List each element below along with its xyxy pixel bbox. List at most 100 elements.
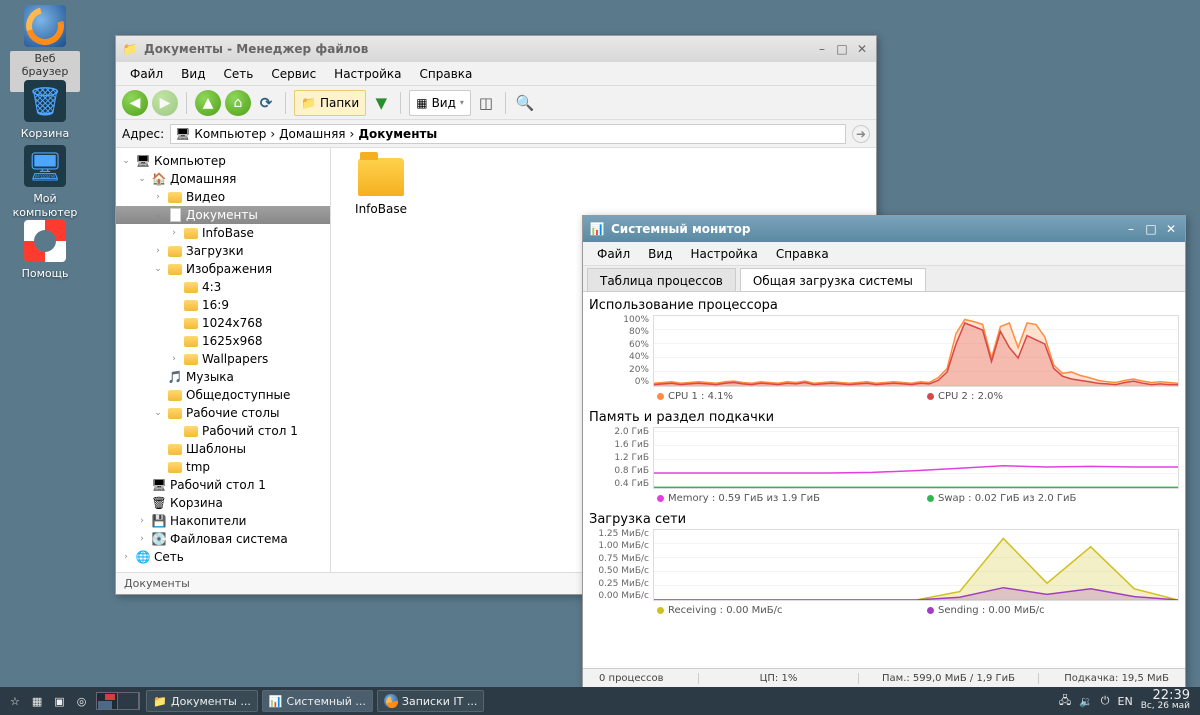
desktop-icon-help[interactable]: Помощь	[10, 220, 80, 280]
tree-row[interactable]: ·1625x968	[116, 332, 330, 350]
folders-label: Папки	[320, 96, 359, 110]
menu-file[interactable]: Файл	[122, 64, 171, 84]
chevron-right-icon[interactable]: ›	[152, 192, 164, 202]
workspace-pager[interactable]	[96, 692, 140, 710]
tree-row[interactable]: ›Загрузки	[116, 242, 330, 260]
tree-label: Рабочий стол 1	[170, 478, 266, 492]
clock[interactable]: 22:39 Вс, 26 май	[1141, 690, 1190, 712]
chevron-right-icon[interactable]: ›	[136, 516, 148, 526]
tab-processes[interactable]: Таблица процессов	[587, 268, 736, 291]
up-button[interactable]: ▲	[195, 90, 221, 116]
tree-label: Сеть	[154, 550, 184, 564]
chevron-down-icon[interactable]: ⌄	[152, 264, 164, 274]
search-button[interactable]: 🔍	[514, 92, 536, 114]
chevron-right-icon[interactable]: ›	[152, 246, 164, 256]
chevron-right-icon[interactable]: ›	[168, 228, 180, 238]
tree-row[interactable]: ·16:9	[116, 296, 330, 314]
crumb[interactable]: Компьютер	[194, 127, 266, 141]
terminal-launcher[interactable]: ▣	[48, 690, 70, 712]
reload-button[interactable]: ⟳	[255, 92, 277, 114]
tree-row[interactable]: ›💾Накопители	[116, 512, 330, 530]
tree-row[interactable]: ⌄Изображения	[116, 260, 330, 278]
chevron-down-icon[interactable]: ⌄	[152, 408, 164, 418]
task-label: Документы ...	[171, 695, 251, 708]
fwd-button[interactable]: ▶	[152, 90, 178, 116]
chevron-right-icon[interactable]: ›	[120, 552, 132, 562]
task-system-monitor[interactable]: 📊Системный ...	[262, 690, 373, 712]
tree-row[interactable]: ·Шаблоны	[116, 440, 330, 458]
desktop-icon-trash[interactable]: 🗑 Корзина	[10, 80, 80, 140]
filter-icon[interactable]: ▼	[370, 92, 392, 114]
menu-settings[interactable]: Настройка	[682, 244, 765, 264]
tree-row[interactable]: ›Видео	[116, 188, 330, 206]
chevron-down-icon[interactable]: ⌄	[120, 156, 132, 166]
menu-file[interactable]: Файл	[589, 244, 638, 264]
network-icon[interactable]: 🖧	[1059, 692, 1071, 711]
tree-row[interactable]: ·1024x768	[116, 314, 330, 332]
tree-row[interactable]: ·Рабочий стол 1	[116, 422, 330, 440]
task-firefox[interactable]: Записки IT ...	[377, 690, 484, 712]
keyboard-layout[interactable]: EN	[1118, 695, 1133, 708]
minimize-button[interactable]: –	[814, 42, 830, 56]
fm-titlebar[interactable]: 📁 Документы - Менеджер файлов – □ ✕	[116, 36, 876, 62]
crumb[interactable]: Домашняя	[279, 127, 345, 141]
tree-row[interactable]: ·Общедоступные	[116, 386, 330, 404]
tree-row[interactable]: ›💽Файловая система	[116, 530, 330, 548]
start-button[interactable]: ☆	[4, 690, 26, 712]
maximize-button[interactable]: □	[1143, 222, 1159, 236]
menu-help[interactable]: Справка	[412, 64, 481, 84]
tree-label: Компьютер	[154, 154, 226, 168]
net-yticks: 1.25 МиБ/с1.00 МиБ/с0.75 МиБ/с0.50 МиБ/с…	[589, 529, 653, 601]
view-mode[interactable]: ▦Вид▾	[409, 90, 471, 116]
clock-date: Вс, 26 май	[1141, 701, 1190, 712]
net-legend: Receiving : 0.00 МиБ/сSending : 0.00 МиБ…	[589, 603, 1179, 622]
tab-system-load[interactable]: Общая загрузка системы	[740, 268, 926, 291]
folders-toggle[interactable]: 📁Папки	[294, 90, 366, 116]
cpu-title: Использование процессора	[589, 298, 1179, 313]
folder-tree[interactable]: ⌄🖥Компьютер⌄🏠Домашняя›Видео⌄Документы›In…	[116, 148, 331, 572]
home-button[interactable]: ⌂	[225, 90, 251, 116]
menu-view[interactable]: Вид	[173, 64, 213, 84]
menu-tools[interactable]: Сервис	[263, 64, 324, 84]
go-button[interactable]: ➜	[852, 125, 870, 143]
power-icon[interactable]: ⏻	[1101, 694, 1110, 708]
desktop-icon-computer[interactable]: 🖥 Мой компьютер	[10, 145, 80, 219]
clock-time: 22:39	[1141, 690, 1190, 701]
minimize-button[interactable]: –	[1123, 222, 1139, 236]
volume-icon[interactable]: 🔉	[1079, 695, 1093, 708]
tree-row[interactable]: ›InfoBase	[116, 224, 330, 242]
chevron-down-icon[interactable]: ⌄	[136, 174, 148, 184]
sm-titlebar[interactable]: 📊 Системный монитор – □ ✕	[583, 216, 1185, 242]
desktop-icon-firefox[interactable]: Веб браузер Firefox	[10, 5, 80, 92]
files-launcher[interactable]: ◎	[71, 690, 93, 712]
file-item[interactable]: InfoBase	[341, 158, 421, 216]
tree-row[interactable]: ·🎵Музыка	[116, 368, 330, 386]
chevron-down-icon[interactable]: ⌄	[152, 210, 164, 220]
menu-view[interactable]: Вид	[640, 244, 680, 264]
tree-row[interactable]: ⌄🏠Домашняя	[116, 170, 330, 188]
tree-row[interactable]: ⌄🖥Компьютер	[116, 152, 330, 170]
tree-row[interactable]: ›🌐Сеть	[116, 548, 330, 566]
menu-help[interactable]: Справка	[768, 244, 837, 264]
monitor-icon: 📊	[269, 695, 283, 708]
show-desktop-button[interactable]: ▦	[26, 690, 48, 712]
split-view-button[interactable]: ◫	[475, 92, 497, 114]
tree-row[interactable]: ⌄Рабочие столы	[116, 404, 330, 422]
tree-row[interactable]: ·4:3	[116, 278, 330, 296]
net-chart	[653, 529, 1179, 601]
breadcrumb[interactable]: 🖥 Компьютер› Домашняя› Документы	[170, 124, 846, 144]
menu-settings[interactable]: Настройка	[326, 64, 409, 84]
tree-row[interactable]: ·🖥Рабочий стол 1	[116, 476, 330, 494]
close-button[interactable]: ✕	[854, 42, 870, 56]
tree-row[interactable]: ·tmp	[116, 458, 330, 476]
chevron-right-icon[interactable]: ›	[136, 534, 148, 544]
menu-net[interactable]: Сеть	[215, 64, 261, 84]
tree-row[interactable]: ⌄Документы	[116, 206, 330, 224]
tree-row[interactable]: ·🗑Корзина	[116, 494, 330, 512]
close-button[interactable]: ✕	[1163, 222, 1179, 236]
task-documents[interactable]: 📁Документы ...	[146, 690, 258, 712]
maximize-button[interactable]: □	[834, 42, 850, 56]
chevron-right-icon[interactable]: ›	[168, 354, 180, 364]
back-button[interactable]: ◀	[122, 90, 148, 116]
tree-row[interactable]: ›Wallpapers	[116, 350, 330, 368]
